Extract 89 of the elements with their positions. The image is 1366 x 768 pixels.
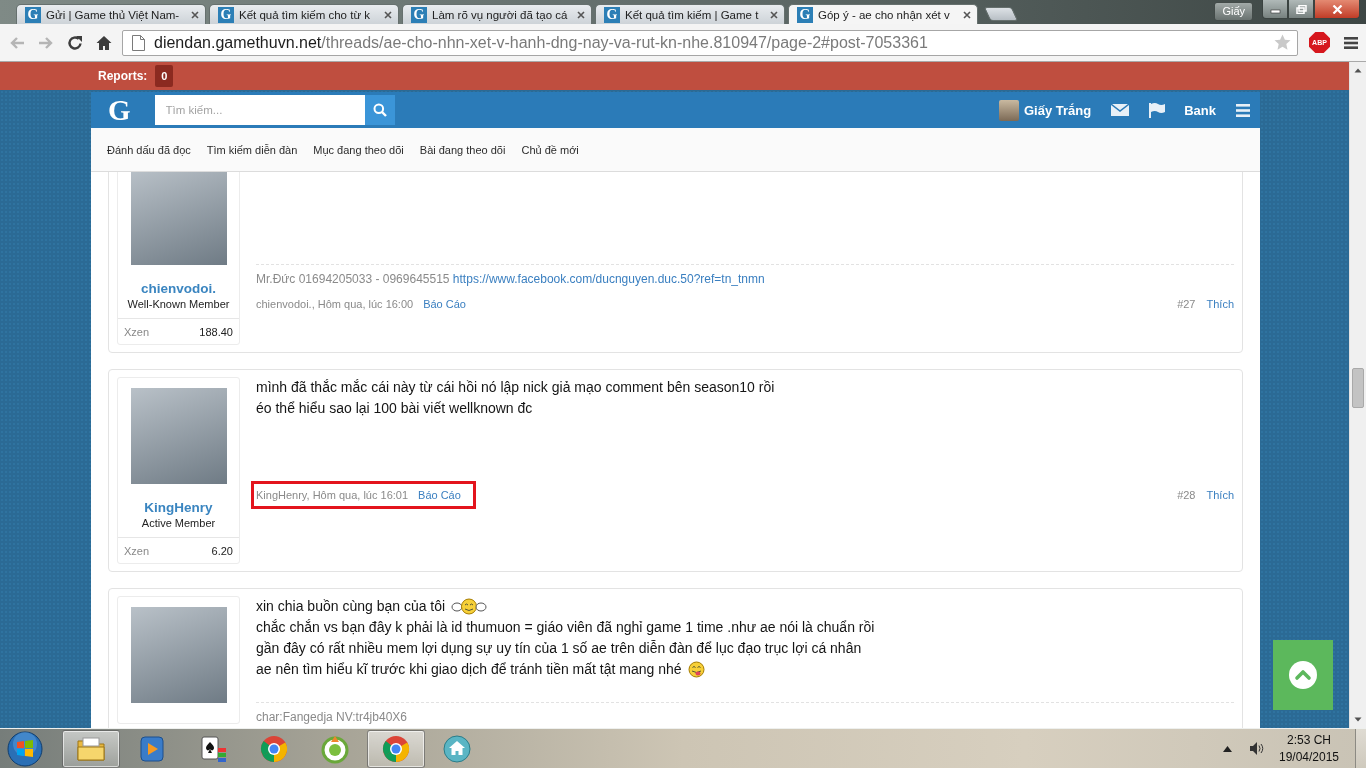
nav-link[interactable]: Tìm kiếm diễn đàn (206, 143, 298, 156)
stat-label: Xzen (124, 544, 150, 558)
message-text: ae nên tìm hiểu kĩ trước khi giao dịch để tránh tiền mất tật mang nhé (256, 660, 682, 679)
close-icon[interactable] (963, 10, 971, 19)
stat-value: 188.40 (199, 325, 233, 339)
like-link[interactable]: Thích (1206, 297, 1234, 311)
home-icon[interactable] (96, 34, 112, 51)
scrollbar[interactable] (1349, 62, 1366, 728)
taskbar-app-button[interactable] (62, 729, 120, 768)
address-text: diendan.gamethuvn.net/threads/ae-cho-nhn-xet-v-hanh-dng-nay-va-rut-kn-nhe.810947/page-2#post-7053361 (154, 33, 928, 52)
envelope-icon[interactable] (1111, 103, 1130, 117)
maximize-button[interactable] (1288, 0, 1314, 19)
start-orb-icon (7, 730, 43, 767)
show-desktop-button[interactable] (1355, 728, 1366, 768)
speaker-icon[interactable] (1249, 741, 1264, 756)
browser-tab[interactable]: G Làm rõ vụ người đã tạo cá (402, 4, 592, 24)
search-icon (372, 103, 387, 117)
scrollbar-thumb[interactable] (1352, 368, 1364, 408)
message-text: xin chia buồn cùng bạn của tôi (256, 597, 446, 616)
nav-link[interactable]: Chủ đề mới (521, 143, 579, 156)
post-number-link[interactable]: #27 (1177, 297, 1196, 311)
page-icon (132, 34, 145, 51)
close-icon[interactable] (577, 10, 585, 19)
reports-count-badge[interactable]: 0 (155, 65, 174, 87)
home-icon (442, 733, 472, 764)
close-icon (1331, 4, 1343, 14)
report-link[interactable]: Báo Cáo (423, 297, 466, 311)
message-text: chắc chắn vs bạn đây k phải là id thumuon = giáo viên đã nghỉ game 1 time .như ae nói là chuẩn rồi (256, 618, 875, 637)
caret-up-icon[interactable] (1223, 745, 1232, 752)
start-button[interactable] (4, 729, 46, 768)
close-icon[interactable] (770, 10, 778, 19)
post-byline: chienvodoi., Hôm qua, lúc 16:00 (256, 297, 414, 311)
clock-date[interactable]: 19/04/2015 (1278, 748, 1340, 766)
username-link[interactable]: chienvodoi. (141, 281, 216, 297)
site-logo[interactable]: G (108, 92, 131, 128)
taskbar-app-button[interactable] (367, 729, 425, 768)
report-link[interactable]: Báo Cáo (418, 488, 461, 502)
reload-icon[interactable] (67, 34, 83, 51)
close-icon[interactable] (191, 10, 199, 19)
signature-text: Mr.Đức 01694205033 - 0969645515 https://www.facebook.com/ducnguyen.duc.50?ref=tn_tnmn (256, 272, 765, 286)
reports-label: Reports: (98, 69, 148, 83)
browser-tab[interactable]: G Kết quả tìm kiếm | Game t (595, 4, 785, 24)
flag-icon[interactable] (1148, 102, 1166, 118)
favicon: G (218, 6, 234, 23)
search-button[interactable] (364, 95, 395, 125)
browser-icon (381, 733, 411, 764)
post-number-link[interactable]: #28 (1177, 488, 1196, 502)
minimize-button[interactable] (1262, 0, 1288, 19)
play-icon (137, 733, 167, 764)
account-name-link[interactable]: Giấy Trắng (1024, 102, 1092, 118)
browser-tab[interactable]: G Góp ý - ae cho nhận xét v (788, 4, 978, 24)
stat-value: 6.20 (211, 544, 233, 558)
message-text: gần đây có rất nhiều mem lợi dụng sự uy tín của 1 số ae trên diễn đàn để lục đạo trục lợi cá nhân (256, 639, 862, 658)
favicon: G (411, 6, 427, 23)
favicon: G (797, 6, 813, 23)
signature-link[interactable]: https://www.facebook.com/ducnguyen.duc.50?ref=tn_tnmn (452, 272, 765, 286)
post-byline: KingHenry, Hôm qua, lúc 16:01 (256, 488, 409, 502)
browser-tab[interactable]: G Gửi | Game thủ Việt Nam- (16, 4, 206, 24)
close-icon[interactable] (384, 10, 392, 19)
user-title: Well-Known Member (127, 297, 230, 311)
favicon: G (25, 6, 41, 23)
cards-icon (198, 733, 228, 764)
nav-link[interactable]: Đánh dấu đã đọc (107, 143, 191, 156)
chevron-up-icon (1289, 661, 1317, 689)
message-text: éo thể hiểu sao lại 100 bài viết wellknown đc (256, 399, 533, 418)
user-title: Active Member (141, 516, 216, 530)
restore-icon (1295, 4, 1307, 14)
browser-icon (259, 733, 289, 764)
close-button[interactable] (1314, 0, 1360, 19)
nav-link[interactable]: Bài đang theo dõi (419, 143, 506, 156)
tongue-smiley-icon (687, 661, 705, 678)
search-field[interactable]: Tìm kiếm... (154, 95, 365, 125)
message-text: mình đã thắc mắc cái này từ cái hồi nó lập nick giả mạo comment bên season10 rồi (256, 378, 775, 397)
new-tab-button[interactable] (983, 7, 1019, 21)
browser-tab[interactable]: G Kết quả tìm kiếm cho từ k (209, 4, 399, 24)
menu-icon[interactable] (1344, 35, 1358, 50)
user-avatar-photo[interactable] (999, 99, 1019, 121)
bank-link[interactable]: Bank (1184, 102, 1216, 118)
clock-time[interactable]: 2:53 CH (1287, 731, 1331, 749)
address-bar[interactable]: diendan.gamethuvn.net/threads/ae-cho-nhn-xet-v-hanh-dng-nay-va-rut-kn-nhe.810947/page-2#post-7053361 (122, 29, 1298, 56)
signature-text: char:Fangedja NV:tr4jb40X6 (256, 710, 407, 724)
username-link[interactable]: KingHenry (144, 500, 213, 516)
star-icon[interactable] (1274, 34, 1291, 51)
stat-label: Xzen (124, 325, 150, 339)
favicon: G (604, 6, 620, 23)
menu-icon[interactable] (1236, 103, 1250, 117)
nav-link[interactable]: Mục đang theo dõi (313, 143, 404, 156)
waving-smiley-icon (451, 598, 488, 615)
like-link[interactable]: Thích (1206, 488, 1234, 502)
